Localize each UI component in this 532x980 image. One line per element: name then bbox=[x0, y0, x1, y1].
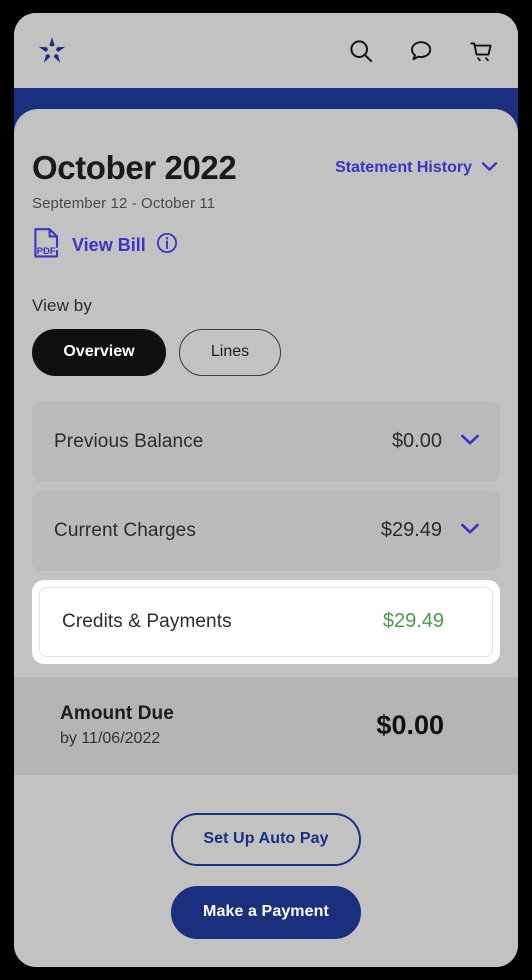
device-screen: October 2022 Statement History September… bbox=[14, 13, 518, 967]
amount-due-band: Amount Due by 11/06/2022 $0.00 bbox=[14, 676, 518, 775]
statement-history-link[interactable]: Statement History bbox=[335, 151, 498, 177]
summary-label: Credits & Payments bbox=[62, 610, 232, 632]
amount-due-title: Amount Due bbox=[60, 703, 174, 725]
pdf-file-icon[interactable]: PDF bbox=[32, 227, 62, 264]
view-by-section: View by Overview Lines bbox=[14, 264, 518, 376]
billing-summary-list: Previous Balance $0.00 Current Charges $… bbox=[14, 401, 518, 664]
page-title: October 2022 bbox=[32, 149, 237, 186]
summary-label: Previous Balance bbox=[54, 430, 204, 452]
brand-star-logo[interactable] bbox=[32, 31, 72, 71]
statement-header: October 2022 Statement History September… bbox=[14, 109, 518, 264]
summary-row-current-charges[interactable]: Current Charges $29.49 bbox=[32, 490, 500, 571]
info-icon[interactable] bbox=[156, 232, 178, 259]
svg-text:PDF: PDF bbox=[37, 246, 56, 257]
chat-icon[interactable] bbox=[404, 34, 438, 68]
summary-amount: $0.00 bbox=[391, 430, 442, 453]
amount-due-value: $0.00 bbox=[376, 710, 444, 741]
set-up-auto-pay-button[interactable]: Set Up Auto Pay bbox=[171, 812, 361, 866]
tab-lines[interactable]: Lines bbox=[179, 328, 281, 376]
chevron-down-icon[interactable] bbox=[460, 433, 480, 451]
view-by-label: View by bbox=[32, 295, 92, 315]
statement-title-row: October 2022 Statement History bbox=[32, 149, 498, 186]
app-bar-actions bbox=[344, 34, 498, 68]
view-bill-link[interactable]: View Bill bbox=[72, 235, 146, 256]
content-sheet: October 2022 Statement History September… bbox=[14, 109, 518, 967]
search-icon[interactable] bbox=[344, 34, 378, 68]
app-bar bbox=[14, 13, 518, 88]
chevron-down-icon[interactable] bbox=[460, 522, 480, 540]
summary-amount: $29.49 bbox=[382, 610, 444, 633]
tab-overview[interactable]: Overview bbox=[32, 328, 166, 376]
summary-label: Current Charges bbox=[54, 519, 196, 541]
view-bill-row: PDF View Bill bbox=[32, 227, 498, 264]
summary-amount: $29.49 bbox=[380, 519, 442, 542]
summary-row-highlight-ring: Credits & Payments $29.49 bbox=[32, 579, 500, 664]
action-buttons: Set Up Auto Pay Make a Payment bbox=[14, 812, 518, 939]
device-frame: October 2022 Statement History September… bbox=[0, 0, 532, 980]
cart-icon[interactable] bbox=[464, 34, 498, 68]
chevron-down-icon bbox=[481, 159, 498, 177]
amount-due-info: Amount Due by 11/06/2022 bbox=[60, 703, 376, 748]
view-by-toggle-group: Overview Lines bbox=[32, 328, 500, 376]
amount-due-date: by 11/06/2022 bbox=[60, 730, 161, 748]
statement-history-label: Statement History bbox=[335, 159, 472, 176]
make-a-payment-button[interactable]: Make a Payment bbox=[171, 885, 361, 939]
statement-date-range: September 12 - October 11 bbox=[32, 194, 216, 212]
summary-row-previous-balance[interactable]: Previous Balance $0.00 bbox=[32, 401, 500, 482]
summary-row-credits-payments[interactable]: Credits & Payments $29.49 bbox=[39, 586, 493, 657]
